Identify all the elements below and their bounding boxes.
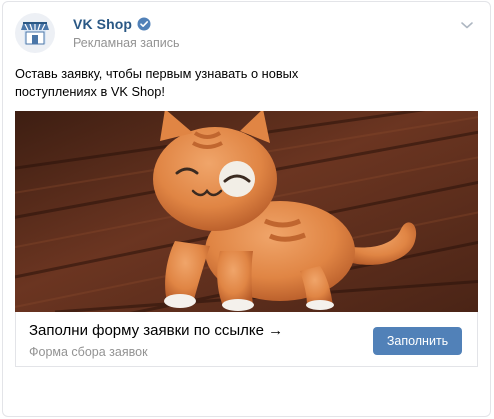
post-text: Оставь заявку, чтобы первым узнавать о н… — [15, 65, 315, 101]
ad-post: VK Shop Рекламная запись Оставь заявку, … — [2, 1, 491, 417]
card-subtitle: Форма сбора заявок — [29, 345, 148, 359]
lead-form-card: Заполни форму заявки по ссылке → Форма с… — [15, 312, 478, 367]
post-author-block: VK Shop Рекламная запись — [73, 15, 179, 50]
author-name-link[interactable]: VK Shop — [73, 16, 132, 32]
post-photo[interactable] — [15, 111, 478, 312]
chevron-down-icon[interactable] — [460, 17, 474, 29]
post-text-line: Оставь заявку, чтобы первым узнавать о н… — [15, 66, 299, 81]
post-type-label: Рекламная запись — [73, 36, 180, 50]
card-title-link[interactable]: Заполни форму заявки по ссылке → — [29, 322, 283, 339]
shop-logo-icon[interactable] — [15, 13, 55, 53]
post-header: VK Shop Рекламная запись — [15, 13, 478, 53]
post-text-line: поступлениях в VK Shop! — [15, 84, 165, 99]
verified-icon — [137, 17, 151, 31]
fill-form-button[interactable]: Заполнить — [373, 327, 462, 355]
